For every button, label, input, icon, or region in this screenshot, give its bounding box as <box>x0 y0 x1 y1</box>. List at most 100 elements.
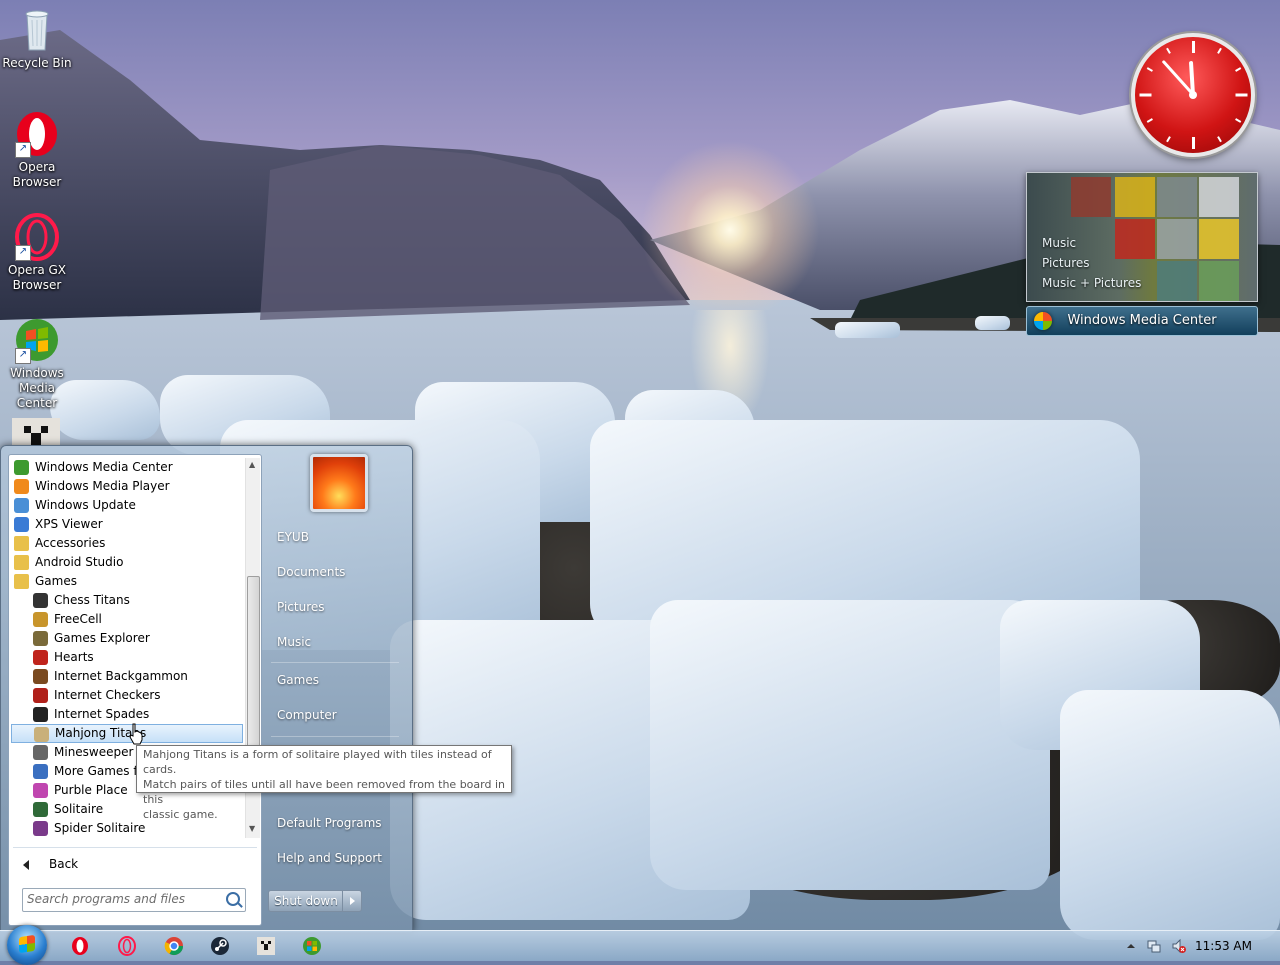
program-label: Accessories <box>35 536 106 550</box>
media-center-menu-music[interactable]: Music <box>1042 233 1141 253</box>
clock-tick <box>1235 67 1242 72</box>
taskbar-opera[interactable] <box>70 936 90 956</box>
program-item[interactable]: Android Studio <box>11 553 243 572</box>
search-box[interactable] <box>22 888 246 912</box>
program-item[interactable]: Hearts <box>11 648 243 667</box>
back-button[interactable]: Back <box>23 853 78 875</box>
minecraft-icon <box>257 937 275 955</box>
clock-tick <box>1217 136 1222 143</box>
clock-tick <box>1235 118 1242 123</box>
clock-tick <box>1139 93 1152 97</box>
program-item[interactable]: Windows Update <box>11 496 243 515</box>
start-menu-programs-pane: Windows Media Center Windows Media Player… <box>8 454 262 926</box>
taskbar-clock[interactable]: 11:53 AM <box>1195 931 1252 961</box>
program-item[interactable]: Games Explorer <box>11 629 243 648</box>
link-music[interactable]: Music <box>277 635 311 649</box>
minecraft-icon[interactable] <box>12 418 60 446</box>
program-label: Internet Spades <box>54 707 150 721</box>
windows-update-icon <box>14 498 29 513</box>
hearts-icon <box>33 650 48 665</box>
taskbar-steam[interactable] <box>210 936 230 956</box>
minesweeper-icon <box>33 745 48 760</box>
program-item[interactable]: Accessories <box>11 534 243 553</box>
program-label: Internet Checkers <box>54 688 161 702</box>
media-center-title: Windows Media Center <box>1067 313 1217 328</box>
tray-network[interactable] <box>1147 939 1161 953</box>
program-item[interactable]: Windows Media Center <box>11 458 243 477</box>
desktop-icon-opera[interactable]: ↗ Opera Browser <box>0 110 74 190</box>
scroll-up-icon[interactable]: ▲ <box>249 460 255 469</box>
games-explorer-icon <box>33 631 48 646</box>
program-label: Windows Media Center <box>35 460 173 474</box>
recycle-bin-icon <box>13 6 61 54</box>
program-item[interactable]: Internet Backgammon <box>11 667 243 686</box>
program-item[interactable]: FreeCell <box>11 610 243 629</box>
start-button[interactable] <box>7 925 47 965</box>
solitaire-icon <box>33 802 48 817</box>
windows-media-center-icon <box>14 460 29 475</box>
opera-icon <box>72 937 88 955</box>
desktop-icon-label: Recycle Bin <box>2 56 72 70</box>
clock-tick <box>1146 67 1153 72</box>
program-label: Purble Place <box>54 783 128 797</box>
checkers-icon <box>33 688 48 703</box>
taskbar-minecraft[interactable] <box>256 936 276 956</box>
program-label: Android Studio <box>35 555 124 569</box>
link-documents[interactable]: Documents <box>277 565 345 579</box>
desktop-icon-opera-gx[interactable]: ↗ Opera GX Browser <box>0 213 74 293</box>
divider <box>271 662 399 663</box>
scroll-down-icon[interactable]: ▼ <box>249 824 255 833</box>
divider <box>13 847 257 848</box>
media-center-menu-pictures[interactable]: Pictures <box>1042 253 1141 273</box>
shut-down-options-button[interactable] <box>342 890 362 912</box>
search-input[interactable] <box>27 891 217 907</box>
shut-down-button[interactable]: Shut down <box>268 890 344 912</box>
backgammon-icon <box>33 669 48 684</box>
clock-gadget[interactable] <box>1131 33 1255 157</box>
program-item[interactable]: XPS Viewer <box>11 515 243 534</box>
tooltip-line: Mahjong Titans is a form of solitaire pl… <box>143 748 492 776</box>
taskbar-windows-media-center[interactable] <box>302 936 322 956</box>
link-computer[interactable]: Computer <box>277 708 337 722</box>
search-icon[interactable] <box>226 892 240 906</box>
program-label: Hearts <box>54 650 94 664</box>
tray-volume[interactable] <box>1172 938 1186 954</box>
media-center-gadget[interactable]: Music Pictures Music + Pictures Windows … <box>1026 172 1258 336</box>
link-help-and-support[interactable]: Help and Support <box>277 851 382 865</box>
folder-icon <box>14 536 29 551</box>
more-games-icon <box>33 764 48 779</box>
program-label: Spider Solitaire <box>54 821 146 835</box>
program-item[interactable]: Games <box>11 572 243 591</box>
user-picture[interactable] <box>310 454 368 512</box>
opera-icon: ↗ <box>13 110 61 158</box>
program-item[interactable]: Internet Spades <box>11 705 243 724</box>
desktop-icon-windows-media-center[interactable]: ↗ Windows Media Center <box>0 316 74 411</box>
hand-cursor-icon <box>129 723 143 745</box>
program-label: Games Explorer <box>54 631 150 645</box>
link-pictures[interactable]: Pictures <box>277 600 325 614</box>
media-center-title-bar[interactable]: Windows Media Center <box>1026 306 1258 336</box>
windows-logo-icon <box>19 934 35 954</box>
chevron-up-icon <box>1127 944 1135 948</box>
start-menu: Windows Media Center Windows Media Player… <box>0 445 413 933</box>
media-center-menu-music-pictures[interactable]: Music + Pictures <box>1042 273 1141 293</box>
link-user-folder[interactable]: EYUB <box>277 530 309 544</box>
taskbar-opera-gx[interactable] <box>117 936 137 956</box>
link-games[interactable]: Games <box>277 673 319 687</box>
desktop-icon-recycle-bin[interactable]: Recycle Bin <box>0 6 74 71</box>
clock-tick <box>1235 93 1248 97</box>
mahjong-icon <box>34 727 49 742</box>
show-hidden-icons-button[interactable] <box>1124 939 1138 953</box>
clock-tick <box>1166 47 1171 54</box>
program-item[interactable]: Mahjong Titans <box>11 724 243 743</box>
spades-icon <box>33 707 48 722</box>
program-item[interactable]: Chess Titans <box>11 591 243 610</box>
program-item[interactable]: Windows Media Player <box>11 477 243 496</box>
program-label: FreeCell <box>54 612 102 626</box>
clock-tick <box>1192 137 1195 149</box>
program-item[interactable]: Internet Checkers <box>11 686 243 705</box>
taskbar-chrome[interactable] <box>164 936 184 956</box>
volume-muted-icon <box>1172 938 1186 954</box>
clock-tick <box>1146 118 1153 123</box>
start-menu-right-pane: EYUB Documents Pictures Music Games Comp… <box>263 446 411 932</box>
